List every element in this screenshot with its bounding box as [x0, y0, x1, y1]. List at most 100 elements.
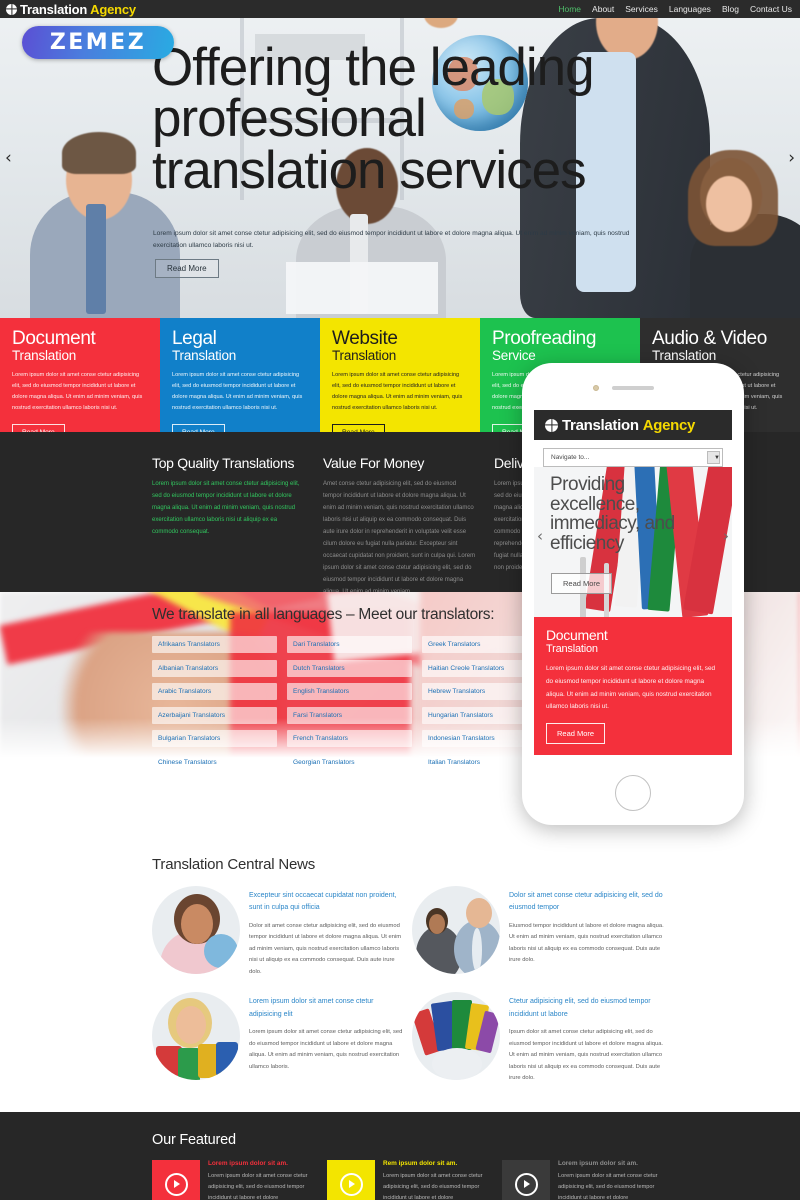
- news-text: Dolor sit amet conse ctetur adipisicing …: [249, 922, 402, 975]
- news-post[interactable]: Ctetur adipisicing elit, sed do eiusmod …: [412, 992, 664, 1084]
- news-title[interactable]: Lorem ipsum dolor sit amet conse ctetur …: [249, 996, 404, 1021]
- service-title: Legal: [172, 328, 217, 349]
- phone-navigate-select[interactable]: Navigate to... ▼: [543, 448, 723, 467]
- news-post[interactable]: Dolor sit amet conse ctetur adipisicing …: [412, 886, 664, 978]
- service-card-document[interactable]: Document Translation Lorem ipsum dolor s…: [0, 318, 160, 432]
- featured-card[interactable]: Rem ipsum dolor sit am. Lorem ipsum dolo…: [327, 1160, 489, 1200]
- featured-card-text: Lorem ipsum dolor sit amet conse ctetur …: [208, 1173, 308, 1200]
- news-thumbnail: [152, 992, 240, 1081]
- hero-read-more-button[interactable]: Read More: [155, 259, 219, 278]
- service-title: Document: [12, 328, 96, 349]
- nav-item-about[interactable]: About: [592, 4, 614, 14]
- language-link[interactable]: Bulgarian Translators: [152, 730, 277, 747]
- languages-column-1: Afrikaans Translators Albanian Translato…: [152, 636, 277, 782]
- news-title[interactable]: Ctetur adipisicing elit, sed do eiusmod …: [509, 996, 664, 1021]
- play-circle-icon: [502, 1160, 550, 1200]
- site-header: Translation Agency Home About Services L…: [0, 0, 800, 18]
- language-link[interactable]: Albanian Translators: [152, 659, 277, 677]
- service-title: Proofreading: [492, 328, 596, 349]
- our-featured-section: Our Featured Lorem ipsum dolor sit am. L…: [0, 1112, 800, 1200]
- play-circle-icon: [327, 1160, 375, 1200]
- feature-value-for-money: Value For Money Amet conse ctetur adipis…: [323, 455, 476, 598]
- zemez-label: ZEMEZ: [49, 30, 147, 55]
- language-link[interactable]: Afrikaans Translators: [152, 636, 277, 653]
- language-link[interactable]: Dari Translators: [287, 636, 412, 653]
- nav-item-services[interactable]: Services: [625, 4, 658, 14]
- language-link[interactable]: Arabic Translators: [152, 683, 277, 700]
- feature-title: Value For Money: [323, 455, 425, 471]
- globe-icon: [6, 3, 17, 15]
- language-link[interactable]: English Translators: [287, 683, 412, 700]
- globe-icon: [545, 418, 558, 432]
- service-read-more-button[interactable]: Read More: [172, 423, 225, 432]
- service-read-more-button[interactable]: Read More: [332, 423, 385, 432]
- phone-prev-arrow-icon[interactable]: ‹: [537, 527, 543, 545]
- featured-card-text: Lorem ipsum dolor sit amet conse ctetur …: [383, 1173, 483, 1200]
- nav-item-blog[interactable]: Blog: [722, 4, 739, 14]
- news-heading: Translation Central News: [152, 856, 316, 873]
- phone-hero-read-more-button[interactable]: Read More: [551, 573, 613, 594]
- news-text: Ipsum dolor sit amet conse ctetur adipis…: [509, 1028, 664, 1082]
- news-post[interactable]: Lorem ipsum dolor sit amet conse ctetur …: [152, 992, 404, 1084]
- language-link[interactable]: Farsi Translators: [287, 706, 412, 724]
- phone-card-read-more-button[interactable]: Read More: [546, 723, 606, 745]
- phone-speaker: [612, 386, 654, 390]
- featured-card-title: Rem ipsum dolor sit am.: [383, 1160, 458, 1167]
- play-circle-icon: [152, 1160, 200, 1200]
- hero-title: Offering the leading professional transl…: [152, 38, 595, 200]
- news-title[interactable]: Dolor sit amet conse ctetur adipisicing …: [509, 890, 664, 915]
- featured-card-text: Lorem ipsum dolor sit amet conse ctetur …: [558, 1173, 658, 1200]
- language-link[interactable]: Georgian Translators: [287, 754, 412, 771]
- featured-card-title: Lorem ipsum dolor sit am.: [558, 1160, 638, 1167]
- languages-heading: We translate in all languages – Meet our…: [152, 606, 495, 623]
- news-thumbnail: [412, 886, 500, 974]
- service-text: Lorem ipsum dolor sit amet conse ctetur …: [12, 371, 143, 411]
- news-title[interactable]: Excepteur sint occaecat cupidatat non pr…: [249, 890, 404, 915]
- service-text: Lorem ipsum dolor sit amet conse ctetur …: [332, 371, 463, 411]
- service-title: Website: [332, 328, 398, 349]
- language-link[interactable]: French Translators: [287, 730, 412, 747]
- language-link[interactable]: Chinese Translators: [152, 754, 277, 771]
- feature-top-quality: Top Quality Translations Lorem ipsum dol…: [152, 455, 305, 598]
- phone-select-value: Navigate to...: [551, 454, 590, 461]
- phone-header: Translation Agency: [534, 410, 732, 440]
- service-subtitle: Service: [492, 348, 536, 364]
- service-card-legal[interactable]: Legal Translation Lorem ipsum dolor sit …: [160, 318, 320, 432]
- nav-item-home[interactable]: Home: [558, 4, 581, 14]
- nav-item-contact-us[interactable]: Contact Us: [750, 4, 792, 14]
- site-logo[interactable]: Translation Agency: [0, 2, 136, 17]
- hero-prev-arrow-icon[interactable]: ‹: [5, 150, 12, 167]
- phone-card-subtitle: Translation: [546, 642, 598, 655]
- phone-service-card[interactable]: Document Translation Lorem ipsum dolor s…: [534, 617, 732, 755]
- phone-camera-icon: [593, 385, 599, 391]
- phone-next-arrow-icon[interactable]: ›: [723, 527, 729, 545]
- zemez-badge[interactable]: ZEMEZ: [22, 26, 174, 59]
- featured-card-title: Lorem ipsum dolor sit am.: [208, 1160, 288, 1167]
- news-thumbnail: [152, 886, 240, 974]
- featured-card[interactable]: Lorem ipsum dolor sit am. Lorem ipsum do…: [502, 1160, 664, 1200]
- service-card-website[interactable]: Website Translation Lorem ipsum dolor si…: [320, 318, 480, 432]
- service-text: Lorem ipsum dolor sit amet conse ctetur …: [172, 371, 303, 411]
- service-read-more-button[interactable]: Read More: [12, 423, 65, 432]
- our-featured-heading: Our Featured: [152, 1132, 236, 1148]
- hero-next-arrow-icon[interactable]: ›: [788, 150, 795, 167]
- feature-text: Amet conse ctetur adipisicing elit, sed …: [323, 481, 476, 595]
- language-link[interactable]: Azerbaijani Translators: [152, 706, 277, 724]
- service-subtitle: Translation: [652, 348, 717, 364]
- nav-item-languages[interactable]: Languages: [669, 4, 711, 14]
- chevron-down-icon[interactable]: ▼: [707, 451, 720, 464]
- featured-card[interactable]: Lorem ipsum dolor sit am. Lorem ipsum do…: [152, 1160, 314, 1200]
- phone-home-button[interactable]: [615, 775, 651, 811]
- phone-hero-title: Providing excellence, immediacy, and eff…: [550, 474, 675, 554]
- news-post[interactable]: Excepteur sint occaecat cupidatat non pr…: [152, 886, 404, 978]
- language-link[interactable]: Dutch Translators: [287, 659, 412, 677]
- phone-screen: Translation Agency Navigate to... ▼ Prov…: [534, 410, 732, 755]
- phone-hero-slider: Providing excellence, immediacy, and eff…: [534, 467, 732, 617]
- phone-brand-accent: Agency: [642, 416, 696, 434]
- main-navigation: Home About Services Languages Blog Conta…: [558, 4, 800, 14]
- service-subtitle: Translation: [332, 348, 397, 364]
- phone-card-title: Document: [546, 627, 608, 643]
- phone-brand-primary: Translation: [562, 416, 639, 434]
- news-text: Lorem ipsum dolor sit amet conse ctetur …: [249, 1028, 403, 1070]
- feature-title: Top Quality Translations: [152, 455, 295, 471]
